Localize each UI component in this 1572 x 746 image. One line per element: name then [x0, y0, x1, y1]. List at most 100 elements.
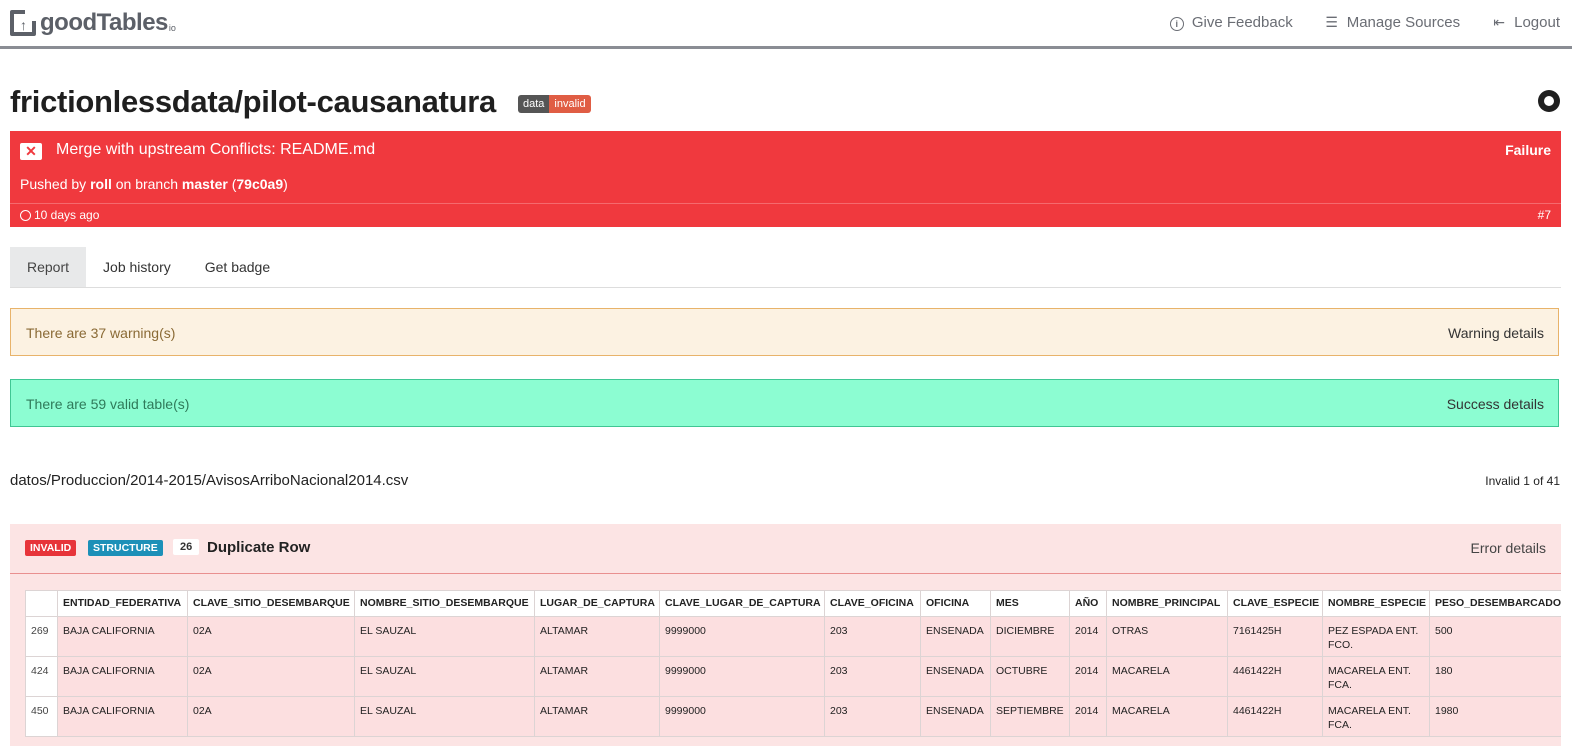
job-status-banner: ✕ Merge with upstream Conflicts: README.…	[10, 131, 1561, 227]
table-cell: ALTAMAR	[534, 696, 660, 737]
branch-prefix: on branch	[115, 176, 179, 192]
warning-text: There are 37 warning(s)	[26, 325, 176, 341]
info-icon: i	[1169, 14, 1184, 31]
table-cell: DICIEMBRE	[990, 616, 1070, 657]
error-table-container[interactable]: ENTIDAD_FEDERATIVA CLAVE_SITIO_DESEMBARQ…	[25, 590, 1561, 746]
badge-label: data	[518, 95, 550, 113]
top-navbar: ↑ goodTables io i Give Feedback ☰ Manage…	[0, 0, 1572, 49]
table-cell: EL SAUZAL	[354, 616, 535, 657]
column-header: MES	[990, 590, 1070, 617]
table-cell: 4461422H	[1227, 696, 1323, 737]
error-table: ENTIDAD_FEDERATIVA CLAVE_SITIO_DESEMBARQ…	[25, 590, 1561, 737]
table-cell: 9999000	[659, 656, 825, 697]
table-cell: 203	[824, 656, 921, 697]
badge-value: invalid	[549, 95, 591, 113]
report-tabs: Report Job history Get badge	[10, 247, 1561, 288]
error-title: Duplicate Row	[207, 539, 311, 556]
column-header	[25, 590, 58, 617]
push-branch[interactable]: master	[182, 176, 228, 192]
commit-message: Merge with upstream Conflicts: README.md	[56, 141, 376, 158]
table-cell: 9999000	[659, 616, 825, 657]
nav-logout-label: Logout	[1514, 13, 1560, 31]
nav-give-feedback[interactable]: i Give Feedback	[1169, 13, 1293, 31]
table-cell: MACARELA ENT. FCA.	[1322, 696, 1430, 737]
table-cell: SEPTIEMBRE	[990, 696, 1070, 737]
column-header: CLAVE_LUGAR_DE_CAPTURA	[659, 590, 825, 617]
table-cell: 4461422H	[1227, 656, 1323, 697]
file-count: Invalid 1 of 41	[1485, 474, 1560, 488]
nav-give-feedback-label: Give Feedback	[1191, 13, 1293, 31]
column-header: CLAVE_ESPECIE	[1227, 590, 1323, 617]
column-header: NOMBRE_PRINCIPAL	[1106, 590, 1228, 617]
job-status: Failure	[1505, 142, 1551, 158]
repo-header: frictionlessdata/pilot-causanatura data …	[10, 84, 1560, 124]
push-user[interactable]: roll	[90, 176, 112, 192]
success-details-link[interactable]: Success details	[1447, 396, 1544, 412]
error-header: INVALID STRUCTURE 26 Duplicate Row Error…	[10, 524, 1561, 574]
table-cell: 203	[824, 696, 921, 737]
nav-menu: i Give Feedback ☰ Manage Sources ⇤ Logou…	[1169, 0, 1560, 44]
table-row: 424 BAJA CALIFORNIA 02A EL SAUZAL ALTAMA…	[25, 656, 1561, 697]
table-cell: 9999000	[659, 696, 825, 737]
table-cell: 203	[824, 616, 921, 657]
table-cell: ENSENADA	[920, 616, 991, 657]
sliders-icon: ☰	[1325, 13, 1338, 30]
table-cell: 2014	[1069, 656, 1107, 697]
clock-icon	[20, 209, 31, 221]
table-cell: OTRAS	[1106, 616, 1228, 657]
logo-text: goodTables	[40, 9, 168, 36]
tab-report[interactable]: Report	[10, 247, 87, 287]
column-header: NOMBRE_ESPECIE	[1322, 590, 1430, 617]
commit-hash[interactable]: 79c0a9	[236, 176, 283, 192]
warning-details-link[interactable]: Warning details	[1448, 325, 1544, 341]
table-cell: MACARELA	[1106, 696, 1228, 737]
table-cell: 02A	[187, 616, 355, 657]
structure-tag: STRUCTURE	[88, 540, 163, 556]
table-cell: ENSENADA	[920, 696, 991, 737]
job-number[interactable]: #7	[1538, 208, 1551, 222]
column-header: OFICINA	[920, 590, 991, 617]
table-cell: EL SAUZAL	[354, 696, 535, 737]
column-header: PESO_DESEMBARCADO	[1429, 590, 1561, 617]
close-x-icon: ✕	[20, 143, 42, 160]
row-number: 424	[25, 656, 58, 697]
nav-manage-sources-label: Manage Sources	[1346, 13, 1461, 31]
time-ago: 10 days ago	[34, 208, 100, 222]
status-badge: data invalid	[518, 95, 591, 113]
table-cell: BAJA CALIFORNIA	[57, 616, 188, 657]
table-cell: 02A	[187, 696, 355, 737]
github-icon[interactable]	[1538, 90, 1560, 112]
banner-divider	[10, 203, 1561, 204]
nav-logout[interactable]: ⇤ Logout	[1492, 14, 1560, 31]
table-cell: MACARELA ENT. FCA.	[1322, 656, 1430, 697]
table-cell: EL SAUZAL	[354, 656, 535, 697]
table-cell: 2014	[1069, 616, 1107, 657]
row-number: 450	[25, 696, 58, 737]
app-logo[interactable]: ↑ goodTables io	[10, 8, 176, 38]
table-cell: 02A	[187, 656, 355, 697]
tab-job-history[interactable]: Job history	[86, 247, 188, 287]
table-row: 450 BAJA CALIFORNIA 02A EL SAUZAL ALTAMA…	[25, 696, 1561, 737]
row-number: 269	[25, 616, 58, 657]
column-header: CLAVE_SITIO_DESEMBARQUE	[187, 590, 355, 617]
table-cell: 7161425H	[1227, 616, 1323, 657]
push-info: Pushed by roll on branch master (79c0a9)	[20, 176, 288, 192]
table-cell: 1980	[1429, 696, 1561, 737]
table-row: 269 BAJA CALIFORNIA 02A EL SAUZAL ALTAMA…	[25, 616, 1561, 657]
job-time: 10 days ago	[20, 208, 99, 222]
column-header: LUGAR_DE_CAPTURA	[534, 590, 660, 617]
column-header: AÑO	[1069, 590, 1107, 617]
logout-icon: ⇤	[1493, 13, 1505, 30]
table-cell: ALTAMAR	[534, 656, 660, 697]
table-cell: ENSENADA	[920, 656, 991, 697]
nav-manage-sources[interactable]: ☰ Manage Sources	[1325, 14, 1460, 31]
table-header-row: ENTIDAD_FEDERATIVA CLAVE_SITIO_DESEMBARQ…	[25, 590, 1561, 617]
column-header: ENTIDAD_FEDERATIVA	[57, 590, 188, 617]
tab-get-badge[interactable]: Get badge	[188, 247, 287, 287]
page-title: frictionlessdata/pilot-causanatura	[10, 84, 496, 119]
logo-mark-icon: ↑	[10, 9, 37, 36]
error-details-link[interactable]: Error details	[1471, 540, 1546, 556]
table-cell: BAJA CALIFORNIA	[57, 696, 188, 737]
logo-suffix: io	[168, 23, 176, 33]
table-cell: OCTUBRE	[990, 656, 1070, 697]
